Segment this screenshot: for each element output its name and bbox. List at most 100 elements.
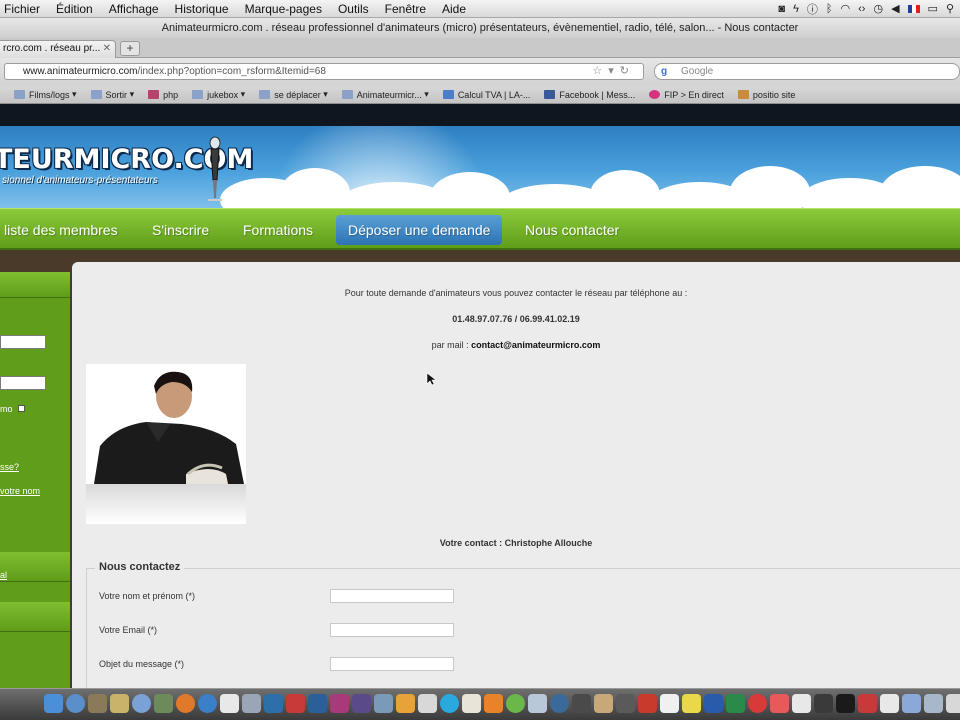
word-icon[interactable] [704, 694, 723, 713]
close-tab-icon[interactable]: ✕ [103, 41, 111, 57]
volume-icon[interactable]: ◀ [891, 2, 899, 15]
maps-icon[interactable] [88, 694, 107, 713]
finder-icon[interactable] [44, 694, 63, 713]
browser-tab[interactable]: rcro.com . réseau pr... ✕ [0, 40, 116, 58]
username-input[interactable] [0, 335, 46, 349]
textedit-icon[interactable] [462, 694, 481, 713]
ical-icon[interactable] [660, 694, 679, 713]
folder-icon[interactable] [924, 694, 943, 713]
dashboard-icon[interactable] [154, 694, 173, 713]
bookmark-animateurmicro[interactable]: Animateurmicr... ▾ [341, 89, 429, 100]
bookmark-se-deplacer[interactable]: se déplacer ▾ [259, 89, 328, 100]
nav-liste-membres[interactable]: liste des membres [4, 209, 118, 251]
terminal-icon[interactable] [836, 694, 855, 713]
skype-icon[interactable] [440, 694, 459, 713]
linkedin-icon[interactable] [264, 694, 283, 713]
url-bar[interactable]: www.animateurmicro.com/index.php?option=… [4, 63, 644, 80]
password-input[interactable] [0, 376, 46, 390]
vlc-icon[interactable] [484, 694, 503, 713]
new-tab-button[interactable]: + [120, 41, 140, 56]
itunes-icon[interactable] [132, 694, 151, 713]
bluetooth-icon[interactable]: ᛒ [826, 3, 833, 15]
folder-icon [90, 90, 102, 99]
red-app-icon[interactable] [770, 694, 789, 713]
contacts-icon[interactable] [594, 694, 613, 713]
bookmark-php[interactable]: php [148, 90, 178, 100]
chat-icon[interactable] [506, 694, 525, 713]
calendar-icon[interactable] [220, 694, 239, 713]
globe-icon[interactable] [550, 694, 569, 713]
preview-icon[interactable] [242, 694, 261, 713]
contact-person: Votre contact : Christophe Allouche [439, 538, 593, 548]
dev-icon[interactable]: ‹› [858, 3, 865, 15]
menu-outils[interactable]: Outils [330, 0, 377, 18]
image-icon[interactable] [858, 694, 877, 713]
camera-app-icon[interactable] [616, 694, 635, 713]
nav-deposer-demande[interactable]: Déposer une demande [336, 215, 503, 245]
document-icon[interactable] [880, 694, 899, 713]
bolt-icon[interactable]: ϟ [793, 3, 799, 15]
dark-app-icon[interactable] [814, 694, 833, 713]
flag-icon[interactable] [907, 4, 920, 13]
mail-icon[interactable] [528, 694, 547, 713]
menu-fichier[interactable]: Fichier [0, 0, 48, 18]
menu-affichage[interactable]: Affichage [101, 0, 167, 18]
downloads-icon[interactable] [946, 694, 960, 713]
forgot-password-link[interactable]: sse? [0, 462, 19, 472]
acrobat-icon[interactable] [792, 694, 811, 713]
red-app-icon[interactable] [748, 694, 767, 713]
remember-checkbox[interactable] [18, 405, 25, 412]
dropdown-icon[interactable]: ▾ [608, 65, 620, 77]
firefox-icon[interactable] [176, 694, 195, 713]
screen-icon[interactable] [374, 694, 393, 713]
star-icon[interactable]: ☆ [592, 65, 608, 77]
reload-icon[interactable]: ↻ [620, 65, 635, 77]
mail-link[interactable]: contact@animateurmicro.com [471, 340, 600, 350]
clock-icon[interactable]: ◷ [873, 2, 883, 15]
spotlight-icon[interactable]: ⚲ [946, 2, 954, 15]
wifi-icon[interactable]: ◠ [841, 2, 851, 15]
photoshop-icon[interactable] [308, 694, 327, 713]
app-store-icon[interactable] [66, 694, 85, 713]
chevron-down-icon: ▾ [320, 89, 328, 99]
nav-formations[interactable]: Formations [243, 209, 313, 251]
menu-edition[interactable]: Édition [48, 0, 101, 18]
bridge-icon[interactable] [352, 694, 371, 713]
camera-icon[interactable]: ◙ [778, 3, 785, 15]
forgot-username-link[interactable]: votre nom [0, 486, 40, 496]
bookmark-facebook[interactable]: Facebook | Mess... [544, 90, 635, 100]
music-icon[interactable] [418, 694, 437, 713]
safari-icon[interactable] [198, 694, 217, 713]
menu-fenetre[interactable]: Fenêtre [377, 0, 434, 18]
bookmark-sortir[interactable]: Sortir ▾ [90, 89, 134, 100]
name-input[interactable] [330, 589, 454, 603]
search-input[interactable]: g Google [654, 63, 960, 80]
menu-aide[interactable]: Aide [434, 0, 474, 18]
bookmark-positio[interactable]: positio site [737, 90, 795, 100]
indesign-icon[interactable] [330, 694, 349, 713]
folder-icon[interactable] [902, 694, 921, 713]
subject-input[interactable] [330, 657, 454, 671]
sidebar-link[interactable]: al [0, 570, 7, 580]
name-label: Votre nom et prénom (*) [99, 591, 196, 601]
main-content: Pour toute demande d'animateurs vous pou… [72, 262, 960, 698]
excel-icon[interactable] [726, 694, 745, 713]
filezilla-icon[interactable] [638, 694, 657, 713]
bookmark-jukebox[interactable]: jukebox ▾ [192, 89, 245, 100]
illustrator-icon[interactable] [396, 694, 415, 713]
video-icon[interactable] [572, 694, 591, 713]
stickies-icon[interactable] [682, 694, 701, 713]
bookmark-calcul-tva[interactable]: Calcul TVA | LA-... [442, 90, 530, 100]
nav-sinscrire[interactable]: S'inscrire [152, 209, 209, 251]
bookmark-fip[interactable]: FIP > En direct [649, 90, 724, 100]
info-icon[interactable]: ⓘ [807, 1, 818, 17]
nav-nous-contacter[interactable]: Nous contacter [525, 209, 619, 251]
battery-icon[interactable]: ▭ [928, 2, 938, 15]
tools-icon[interactable] [110, 694, 129, 713]
pdf-icon[interactable] [286, 694, 305, 713]
php-icon [148, 90, 160, 99]
menu-marque-pages[interactable]: Marque-pages [237, 0, 330, 18]
email-input[interactable] [330, 623, 454, 637]
menu-historique[interactable]: Historique [167, 0, 237, 18]
bookmark-films[interactable]: Films/logs ▾ [14, 89, 77, 100]
